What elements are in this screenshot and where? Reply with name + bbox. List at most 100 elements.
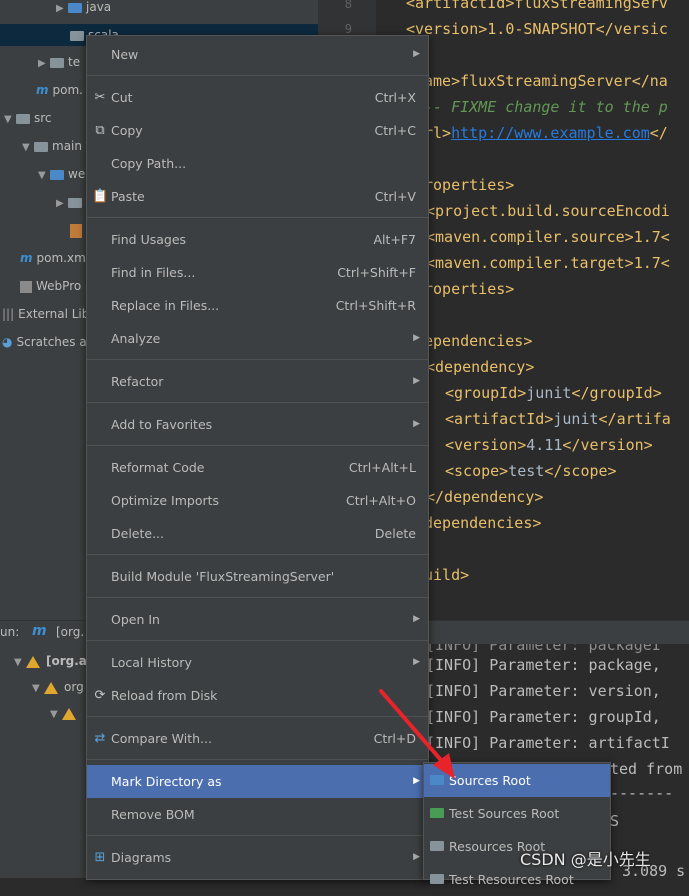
tree-item-webinf[interactable]: ▶ — [56, 191, 86, 213]
chevron-right-icon: ▶ — [56, 198, 64, 209]
menu-item-find-in-files[interactable]: Find in Files... Ctrl+Shift+F — [87, 256, 428, 289]
run-tree-label: org — [64, 680, 84, 694]
menu-item-label: Mark Directory as — [111, 774, 222, 789]
maven-icon: m — [36, 83, 49, 97]
menu-separator — [87, 835, 428, 836]
menu-item-diagrams[interactable]: ⊞ Diagrams ▶ — [87, 841, 428, 874]
copy-icon: ⧉ — [95, 123, 105, 138]
code-line: ame>fluxStreamingServer</na — [424, 72, 668, 90]
diagram-icon: ⊞ — [94, 850, 106, 865]
submenu-item-test-sources-root[interactable]: Test Sources Root — [424, 797, 610, 830]
menu-item-label: New — [111, 47, 139, 62]
menu-separator — [87, 217, 428, 218]
menu-item-optimize-imports[interactable]: Optimize Imports Ctrl+Alt+O — [87, 484, 428, 517]
submenu-arrow-icon: ▶ — [413, 852, 420, 862]
menu-item-label: Analyze — [111, 331, 161, 346]
tree-item-test[interactable]: ▶ te — [38, 51, 80, 73]
code-line: uild> — [424, 566, 470, 584]
menu-item-shortcut: Ctrl+Shift+F — [337, 265, 416, 280]
chevron-down-icon: ▼ — [32, 683, 40, 694]
menu-item-local-history[interactable]: Local History ▶ — [87, 646, 428, 679]
menu-item-delete[interactable]: Delete... Delete — [87, 517, 428, 550]
menu-separator — [87, 445, 428, 446]
tree-item-main[interactable]: ▼ main — [22, 135, 82, 157]
menu-item-build-module[interactable]: Build Module 'FluxStreamingServer' — [87, 560, 428, 593]
code-tag: </artifa — [598, 410, 671, 428]
folder-icon — [50, 57, 64, 68]
menu-item-cut[interactable]: ✂ Cut Ctrl+X — [87, 81, 428, 114]
code-tag: </ — [649, 124, 668, 142]
menu-item-label: Reformat Code — [111, 460, 205, 475]
code-line: <dependency> — [426, 358, 535, 376]
menu-item-new[interactable]: New ▶ — [87, 38, 428, 71]
menu-item-copy[interactable]: ⧉ Copy Ctrl+C — [87, 114, 428, 147]
chevron-down-icon: ▼ — [4, 114, 12, 125]
menu-item-shortcut: Delete — [374, 526, 416, 541]
menu-item-find-usages[interactable]: Find Usages Alt+F7 — [87, 223, 428, 256]
menu-item-label: Diagrams — [111, 850, 172, 865]
tree-item-label: main — [52, 139, 82, 153]
run-tree-item[interactable]: ▼ [org.a — [14, 650, 87, 672]
folder-icon — [68, 2, 82, 13]
code-line: <artifactId>fluxStreamingServ — [406, 0, 668, 12]
compare-icon: ⇄ — [94, 731, 106, 746]
tree-item-scratches[interactable]: ◕ Scratches a — [2, 331, 87, 353]
menu-item-replace-in-files[interactable]: Replace in Files... Ctrl+Shift+R — [87, 289, 428, 322]
console-line: ted from — [610, 760, 683, 778]
tree-item-label: src — [34, 111, 52, 125]
menu-item-shortcut: Ctrl+Shift+R — [335, 298, 416, 313]
tree-item-label: te — [68, 55, 81, 69]
menu-item-shortcut: Ctrl+Alt+L — [348, 460, 416, 475]
code-text: junit — [526, 384, 572, 402]
jsp-file-icon — [70, 223, 82, 238]
watermark: CSDN @是小先生 — [520, 850, 651, 869]
menu-item-label: Cut — [111, 90, 133, 105]
code-tag: <artifactId> — [445, 410, 554, 428]
code-line: <version>4.11</version> — [445, 436, 653, 454]
console-line: [INFO] Parameter: packageI — [426, 644, 661, 654]
maven-icon: m — [20, 251, 33, 265]
menu-item-analyze[interactable]: Analyze ▶ — [87, 322, 428, 355]
menu-item-copy-path[interactable]: Copy Path... — [87, 147, 428, 180]
menu-item-label: Remove BOM — [111, 807, 195, 822]
tree-item-external-libraries[interactable]: ||| External Lib — [2, 303, 89, 325]
menu-item-label: Find Usages — [111, 232, 187, 247]
submenu-arrow-icon: ▶ — [413, 657, 420, 667]
tree-item-java[interactable]: ▶ java — [56, 0, 111, 18]
menu-item-open-in[interactable]: Open In ▶ — [87, 603, 428, 636]
run-tree-item[interactable]: ▼ org — [32, 676, 84, 698]
menu-item-shortcut: Ctrl+V — [374, 189, 416, 204]
folder-icon — [34, 141, 48, 152]
code-line: rl>http://www.example.com</ — [424, 124, 668, 142]
tree-item-pom[interactable]: m pom. — [36, 79, 83, 101]
run-tree-item[interactable]: ▼ — [50, 702, 82, 724]
menu-item-label: Paste — [111, 189, 145, 204]
run-tab[interactable]: [org. — [56, 625, 84, 639]
code-text: junit — [553, 410, 599, 428]
tree-item-label: Scratches a — [16, 335, 87, 349]
run-label: un: — [0, 625, 20, 639]
run-tree-label: [org.a — [46, 654, 87, 668]
tree-item-iml[interactable]: WebPro — [20, 275, 81, 297]
line-number: 8 — [344, 0, 352, 11]
tree-item-label: pom. — [52, 83, 83, 97]
menu-separator — [87, 640, 428, 641]
code-line: <groupId>junit</groupId> — [445, 384, 662, 402]
code-line: <version>1.0-SNAPSHOT</versic — [406, 20, 668, 38]
menu-item-label: Compare With... — [111, 731, 212, 746]
tree-item-pom-root[interactable]: m pom.xm — [20, 247, 86, 269]
menu-item-reformat-code[interactable]: Reformat Code Ctrl+Alt+L — [87, 451, 428, 484]
menu-item-remove-bom[interactable]: Remove BOM — [87, 798, 428, 831]
menu-item-paste[interactable]: 📋 Paste Ctrl+V — [87, 180, 428, 213]
code-link[interactable]: http://www.example.com — [451, 124, 650, 142]
tree-item-src[interactable]: ▼ src — [4, 107, 52, 129]
menu-separator — [87, 75, 428, 76]
menu-item-add-to-favorites[interactable]: Add to Favorites ▶ — [87, 408, 428, 441]
menu-item-refactor[interactable]: Refactor ▶ — [87, 365, 428, 398]
code-tag: </version> — [562, 436, 653, 454]
code-tag: </groupId> — [571, 384, 662, 402]
code-tag: <groupId> — [445, 384, 527, 402]
tree-item-jsp[interactable] — [70, 219, 82, 241]
warning-icon — [62, 707, 76, 720]
tree-item-webapp[interactable]: ▼ we — [38, 163, 85, 185]
